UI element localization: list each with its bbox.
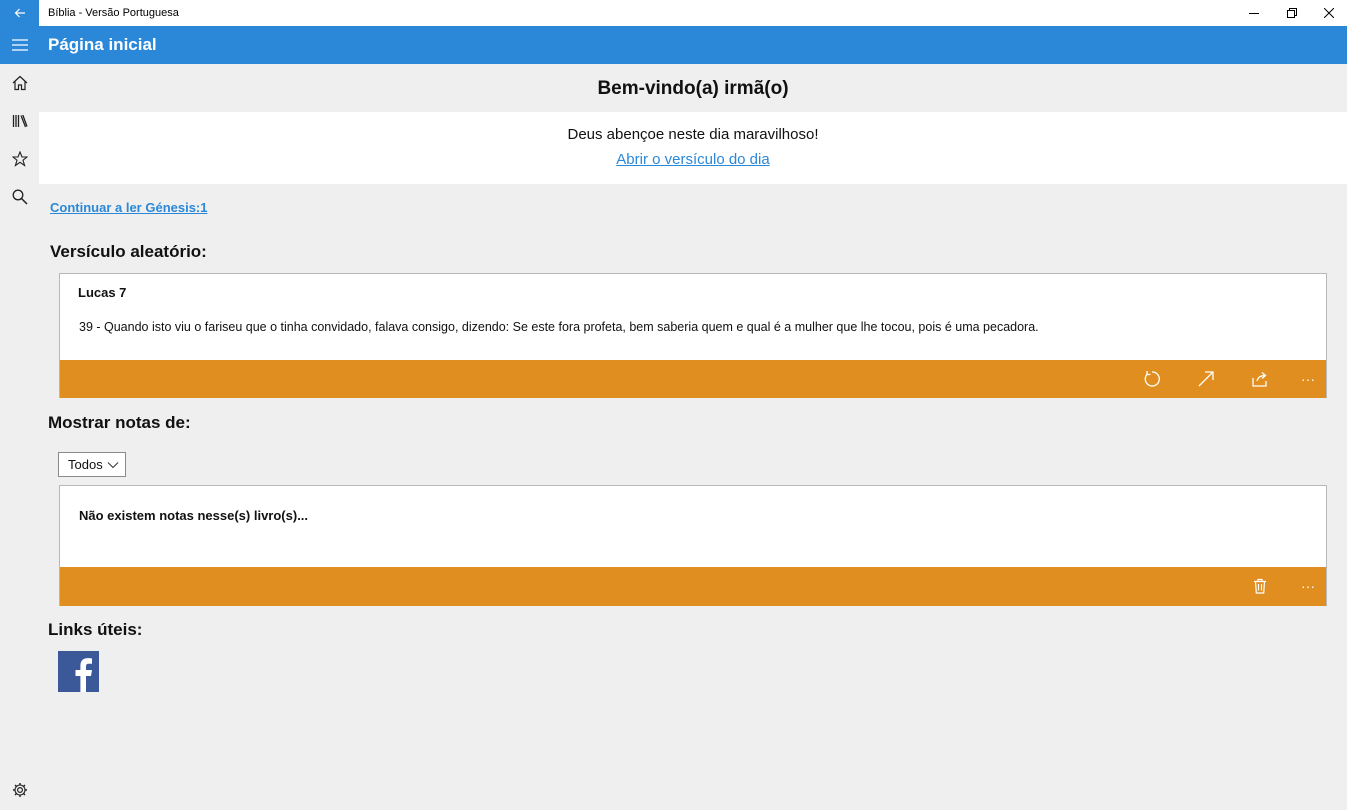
verse-text: 39 - Quando isto viu o fariseu que o tin…	[79, 320, 1039, 334]
refresh-icon	[1144, 371, 1160, 387]
sidebar-item-home[interactable]	[0, 64, 39, 102]
star-icon	[11, 151, 28, 167]
restore-icon	[1287, 8, 1297, 18]
sidebar-item-settings[interactable]	[0, 771, 39, 809]
sidebar-item-library[interactable]	[0, 102, 39, 140]
minimize-icon	[1249, 13, 1259, 14]
sidebar-item-favorites[interactable]	[0, 140, 39, 178]
notes-action-bar: ···	[60, 567, 1326, 606]
continue-reading-link[interactable]: Continuar a ler Génesis:1	[50, 200, 208, 215]
chevron-down-icon	[107, 462, 119, 469]
notes-more-button[interactable]: ···	[1288, 567, 1328, 605]
back-arrow-icon	[14, 8, 25, 18]
notes-card: Não existem notas nesse(s) livro(s)... ·…	[59, 485, 1327, 606]
random-verse-label: Versículo aleatório:	[50, 242, 207, 261]
sidebar-item-search[interactable]	[0, 178, 39, 216]
notes-filter-label: Mostrar notas de:	[48, 413, 191, 432]
menu-button[interactable]	[0, 26, 39, 64]
open-verse-button[interactable]	[1186, 360, 1226, 398]
notes-empty-message: Não existem notas nesse(s) livro(s)...	[79, 508, 309, 523]
window-title: Bíblia - Versão Portuguesa	[48, 7, 179, 19]
app-header: Página inicial	[0, 26, 1347, 64]
close-button[interactable]	[1311, 0, 1347, 26]
notes-filter-dropdown[interactable]: Todos	[58, 452, 126, 477]
back-button[interactable]	[0, 0, 39, 26]
blessing-panel: Deus abençoe neste dia maravilhoso! Abri…	[39, 112, 1347, 184]
share-icon	[1252, 372, 1267, 387]
page-title: Página inicial	[48, 35, 157, 54]
home-icon	[12, 75, 27, 91]
search-icon	[12, 189, 28, 205]
share-verse-button[interactable]	[1240, 360, 1280, 398]
restore-button[interactable]	[1274, 0, 1310, 26]
hamburger-icon	[11, 39, 28, 51]
trash-icon	[1254, 578, 1266, 594]
open-arrow-icon	[1198, 371, 1214, 387]
useful-links-label: Links úteis:	[48, 620, 143, 639]
library-icon	[12, 114, 28, 128]
facebook-link[interactable]	[58, 651, 99, 692]
random-verse-card: Lucas 7 39 - Quando isto viu o fariseu q…	[59, 273, 1327, 398]
close-icon	[1324, 8, 1334, 18]
refresh-verse-button[interactable]	[1132, 360, 1172, 398]
welcome-heading: Bem-vindo(a) irmã(o)	[597, 78, 789, 99]
main-content: Bem-vindo(a) irmã(o) Deus abençoe neste …	[39, 64, 1347, 810]
delete-notes-button[interactable]	[1240, 567, 1280, 605]
facebook-icon	[75, 658, 92, 692]
verse-action-bar: ···	[60, 360, 1326, 398]
verse-reference: Lucas 7	[78, 285, 127, 300]
sidebar	[0, 64, 39, 810]
verse-of-day-link[interactable]: Abrir o versículo do dia	[616, 151, 769, 168]
minimize-button[interactable]	[1236, 0, 1272, 26]
title-bar: Bíblia - Versão Portuguesa	[0, 0, 1347, 26]
notes-filter-value: Todos	[68, 457, 103, 472]
blessing-text: Deus abençoe neste dia maravilhoso!	[567, 126, 819, 143]
gear-icon	[12, 783, 27, 797]
verse-more-button[interactable]: ···	[1288, 360, 1328, 398]
